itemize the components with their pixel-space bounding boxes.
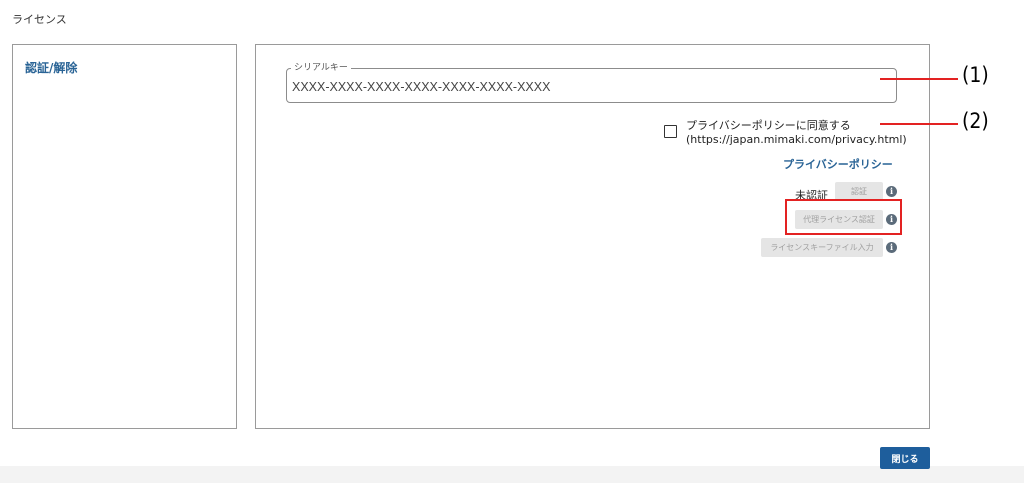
- callout-line-1: [880, 78, 958, 80]
- close-button[interactable]: 閉じる: [880, 447, 930, 469]
- privacy-agree-checkbox[interactable]: [664, 125, 677, 138]
- privacy-agree-label: プライバシーポリシーに同意する: [686, 119, 851, 132]
- privacy-url-text: (https://japan.mimaki.com/privacy.html): [686, 133, 907, 146]
- sidebar-panel: 認証/解除: [12, 44, 237, 429]
- license-keyfile-info-icon[interactable]: i: [886, 242, 897, 253]
- annotation-highlight-box: [785, 199, 902, 235]
- window-title: ライセンス: [12, 13, 67, 26]
- serial-key-label: シリアルキー: [291, 63, 351, 73]
- license-keyfile-button[interactable]: ライセンスキーファイル入力: [761, 238, 883, 257]
- authenticate-info-icon[interactable]: i: [886, 186, 897, 197]
- callout-line-2: [880, 123, 958, 125]
- privacy-policy-link[interactable]: プライバシーポリシー: [783, 156, 893, 172]
- privacy-agree-text: プライバシーポリシーに同意する (https://japan.mimaki.co…: [686, 119, 907, 147]
- window-bottom-bar: [0, 466, 1024, 483]
- serial-key-field[interactable]: シリアルキー: [286, 63, 897, 103]
- sidebar-item-activate-deactivate[interactable]: 認証/解除: [25, 59, 77, 76]
- callout-label-1: (1): [962, 63, 989, 87]
- callout-label-2: (2): [962, 109, 989, 133]
- serial-key-input[interactable]: [292, 78, 882, 96]
